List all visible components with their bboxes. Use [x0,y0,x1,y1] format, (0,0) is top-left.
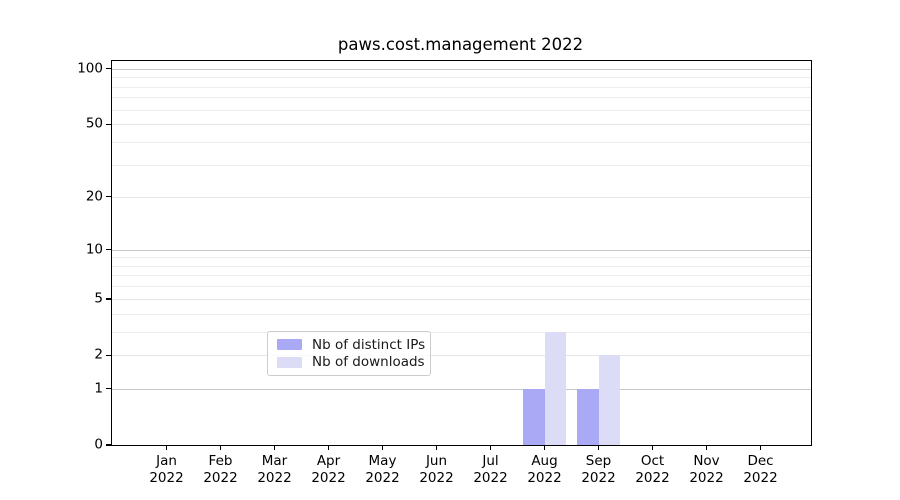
x-tick-aug [544,445,545,450]
gridline-y-10 [112,250,811,251]
y-tick-label-2: 2 [48,349,103,363]
gridline-y-2 [112,355,811,356]
x-tick-oct [652,445,653,450]
y-tick-20 [106,196,111,197]
y-tick-label-1: 1 [48,382,103,396]
chart-canvas: paws.cost.management 2022 0125102050100J… [0,0,900,500]
gridline-y-minor-60 [112,110,811,111]
y-tick-label-50: 50 [48,118,103,132]
legend: Nb of distinct IPs Nb of downloads [267,331,431,376]
y-tick-50 [106,124,111,125]
y-tick-label-10: 10 [48,243,103,257]
gridline-y-100 [112,69,811,70]
legend-label: Nb of downloads [312,355,425,369]
legend-label: Nb of distinct IPs [312,338,425,352]
y-tick-label-100: 100 [48,62,103,76]
y-tick-10 [106,249,111,250]
x-tick-jun [436,445,437,450]
gridline-y-1 [112,389,811,390]
gridline-y-minor-80 [112,87,811,88]
gridline-y-minor-3 [112,332,811,333]
gridline-y-minor-40 [112,142,811,143]
y-tick-2 [106,355,111,356]
gridline-y-minor-7 [112,275,811,276]
x-tick-feb [220,445,221,450]
x-tick-dec [760,445,761,450]
gridline-y-minor-70 [112,97,811,98]
gridline-y-5 [112,299,811,300]
bar-aug-nb-of-distinct-ips [523,389,545,446]
x-tick-nov [706,445,707,450]
gridline-y-minor-6 [112,286,811,287]
gridline-y-20 [112,197,811,198]
gridline-y-minor-4 [112,314,811,315]
gridline-y-minor-8 [112,266,811,267]
legend-swatch-nb-of-distinct-ips [277,339,302,350]
bar-aug-nb-of-downloads [545,332,567,445]
x-tick-mar [274,445,275,450]
plot-area: 0125102050100Jan 2022Feb 2022Mar 2022Apr… [111,60,812,446]
x-tick-jan [166,445,167,450]
legend-item-nb-of-distinct-ips: Nb of distinct IPs [277,338,421,352]
x-tick-sep [598,445,599,450]
y-tick-0 [106,444,111,445]
y-tick-1 [106,388,111,389]
y-tick-label-0: 0 [48,438,103,452]
x-tick-apr [328,445,329,450]
y-tick-100 [106,68,111,69]
y-tick-5 [106,298,111,299]
x-tick-jul [490,445,491,450]
gridline-y-50 [112,124,811,125]
legend-item-nb-of-downloads: Nb of downloads [277,355,421,369]
x-tick-label-dec: Dec 2022 [726,453,796,487]
x-tick-may [382,445,383,450]
y-tick-label-20: 20 [48,190,103,204]
gridline-y-minor-30 [112,165,811,166]
chart-title: paws.cost.management 2022 [111,35,810,54]
gridline-y-minor-90 [112,77,811,78]
y-tick-label-5: 5 [48,292,103,306]
bar-sep-nb-of-distinct-ips [577,389,599,446]
gridline-y-minor-9 [112,257,811,258]
legend-swatch-nb-of-downloads [277,357,302,368]
bar-sep-nb-of-downloads [599,355,621,445]
